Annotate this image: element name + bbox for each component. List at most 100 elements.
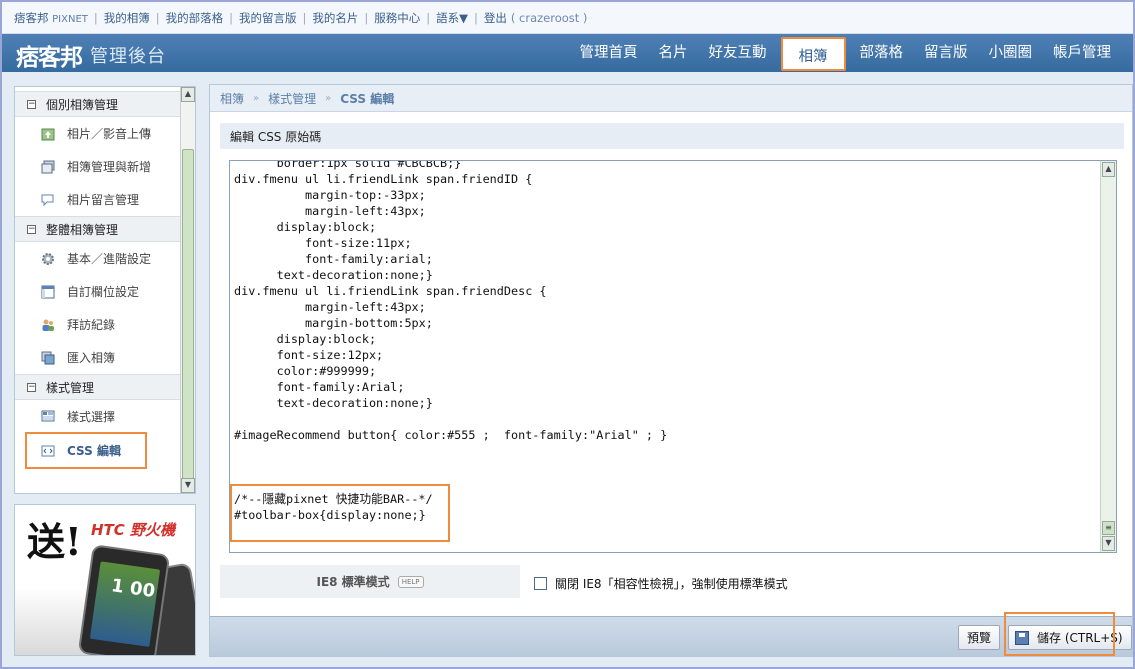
sidebar-item-visitors[interactable]: 拜訪紀錄 xyxy=(15,308,181,341)
code-line: div.fmenu ul li.friendLink span.friendDe… xyxy=(234,284,547,298)
section-title: 個別相簿管理 xyxy=(46,97,119,112)
my-blog-link[interactable]: 我的部落格 xyxy=(166,10,224,26)
code-line: display:block; xyxy=(234,332,377,346)
save-highlight-box xyxy=(1004,612,1115,656)
breadcrumb-style[interactable]: 樣式管理 xyxy=(268,90,316,107)
layout-icon xyxy=(41,285,55,299)
sidebar-item-css-edit[interactable]: CSS 編輯 xyxy=(25,432,147,469)
preview-label: 預覽 xyxy=(967,631,992,645)
brand-text[interactable]: 痞客邦 xyxy=(14,11,49,25)
upload-photo-icon xyxy=(41,127,55,141)
scroll-thumb[interactable] xyxy=(182,149,194,479)
section-album-global[interactable]: − 整體相簿管理 xyxy=(15,216,181,242)
collapse-icon[interactable]: − xyxy=(27,224,36,234)
code-line: border:1px solid #CBCBCB;} xyxy=(234,160,462,170)
brand-suffix[interactable]: PIXNET xyxy=(52,14,88,25)
sidebar-item-album-manage[interactable]: 相簿管理與新增 xyxy=(15,150,181,183)
code-line: font-size:12px; xyxy=(234,348,384,362)
code-line: display:block; xyxy=(234,220,377,234)
sidebar-item-import[interactable]: 匯入相簿 xyxy=(15,341,181,374)
sidebar-item-label: 相簿管理與新增 xyxy=(67,160,152,174)
scroll-up-icon[interactable]: ▲ xyxy=(181,87,195,102)
my-guestbook-link[interactable]: 我的留言版 xyxy=(239,10,297,26)
code-line: font-size:11px; xyxy=(234,236,412,250)
album-manage-icon xyxy=(41,160,55,174)
code-line: text-decoration:none;} xyxy=(234,396,433,410)
help-badge[interactable]: HELP xyxy=(397,575,424,588)
nav-admin-home[interactable]: 管理首頁 xyxy=(580,41,638,62)
code-line: margin-bottom:5px; xyxy=(234,316,433,330)
scroll-down-icon[interactable]: ▼ xyxy=(1102,536,1115,551)
editor-section-title: 編輯 CSS 原始碼 xyxy=(220,123,1124,149)
logo[interactable]: 痞客邦 管理後台 xyxy=(16,38,166,72)
nav-friends[interactable]: 好友互動 xyxy=(709,41,767,62)
ie8-mode-label: IE8 標準模式 HELP xyxy=(220,565,520,598)
action-footer: 預覽 儲存 (CTRL+S) xyxy=(210,616,1132,656)
editor-scrollbar[interactable]: ▲ ≡ ▼ xyxy=(1100,161,1116,552)
nav-blog[interactable]: 部落格 xyxy=(860,41,904,62)
css-editor-textarea[interactable]: border:1px solid #CBCBCB;} div.fmenu ul l… xyxy=(229,160,1117,553)
main-nav: 管理首頁 名片 好友互動 相簿 部落格 留言版 小圈圈 帳戶管理 xyxy=(559,37,1111,71)
htc-ad-banner[interactable]: 送! HTC 野火機 1 00 xyxy=(14,504,196,656)
sidebar-scrollbar[interactable]: ▲ ▼ xyxy=(180,87,195,493)
sidebar-item-label: 基本／進階設定 xyxy=(67,252,152,266)
collapse-icon[interactable]: − xyxy=(27,99,36,109)
admin-title: 管理後台 xyxy=(90,46,166,67)
top-links: 痞客邦 PIXNET | 我的相簿 | 我的部落格 | 我的留言版 | 我的名片… xyxy=(14,10,587,26)
code-line: font-family:Arial; xyxy=(234,380,405,394)
ie8-compat-option[interactable]: 關閉 IE8「相容性檢視」，強制使用標準模式 xyxy=(534,575,788,592)
ad-headline: 送! xyxy=(27,519,82,564)
my-card-link[interactable]: 我的名片 xyxy=(312,10,358,26)
nav-circle[interactable]: 小圈圈 xyxy=(989,41,1033,62)
breadcrumb-album[interactable]: 相簿 xyxy=(220,90,244,107)
comment-icon xyxy=(41,193,55,207)
sidebar-item-label: 匯入相簿 xyxy=(67,351,116,365)
collapse-icon[interactable]: − xyxy=(27,382,36,392)
visitors-icon xyxy=(41,318,55,332)
ie8-compat-checkbox[interactable] xyxy=(534,577,547,590)
code-line: font-family:arial; xyxy=(234,252,433,266)
section-album-individual[interactable]: − 個別相簿管理 xyxy=(15,91,181,117)
section-title: 整體相簿管理 xyxy=(46,222,119,237)
main-panel: 相簿 » 樣式管理 » CSS 編輯 編輯 CSS 原始碼 border:1px… xyxy=(209,84,1133,657)
nav-card[interactable]: 名片 xyxy=(659,41,688,62)
ie8-compat-label[interactable]: 關閉 IE8「相容性檢視」，強制使用標準模式 xyxy=(555,575,788,592)
import-icon xyxy=(41,351,55,365)
section-style[interactable]: − 樣式管理 xyxy=(15,374,181,400)
sidebar-item-label: 相片／影音上傳 xyxy=(67,127,152,141)
scroll-down-icon[interactable]: ▼ xyxy=(181,478,195,493)
language-menu[interactable]: 語系▼ xyxy=(436,10,468,26)
logo-text: 痞客邦 xyxy=(16,45,83,71)
separator: | xyxy=(302,11,307,25)
sidebar-item-comments[interactable]: 相片留言管理 xyxy=(15,183,181,216)
template-icon xyxy=(41,409,55,423)
code-line: color:#999999; xyxy=(234,364,377,378)
nav-guestbook[interactable]: 留言版 xyxy=(924,41,968,62)
sidebar-item-upload[interactable]: 相片／影音上傳 xyxy=(15,117,181,150)
sidebar-item-label: 相片留言管理 xyxy=(67,193,140,207)
phone-image: 1 00 xyxy=(77,544,171,655)
code-line: margin-left:43px; xyxy=(234,300,426,314)
breadcrumb-separator: » xyxy=(325,92,332,104)
my-album-link[interactable]: 我的相簿 xyxy=(104,10,150,26)
admin-header: 痞客邦 管理後台 管理首頁 名片 好友互動 相簿 部落格 留言版 小圈圈 帳戶管… xyxy=(2,34,1133,72)
pixnet-home-link[interactable]: 痞客邦 PIXNET xyxy=(14,10,88,26)
phone-screen: 1 00 xyxy=(89,561,161,647)
scroll-up-icon[interactable]: ▲ xyxy=(1102,162,1115,177)
preview-button[interactable]: 預覽 xyxy=(958,625,1001,650)
css-code[interactable]: border:1px solid #CBCBCB;} div.fmenu ul l… xyxy=(234,160,1100,523)
sidebar-item-label: 自訂欄位設定 xyxy=(67,285,140,299)
sidebar-item-settings[interactable]: 基本／進階設定 xyxy=(15,242,181,275)
logout-link[interactable]: 登出 xyxy=(484,10,507,26)
section-title: 樣式管理 xyxy=(46,380,95,395)
nav-album[interactable]: 相簿 xyxy=(780,37,846,71)
sidebar-item-template[interactable]: 樣式選擇 xyxy=(15,400,181,432)
code-line: margin-left:43px; xyxy=(234,204,426,218)
code-line: div.fmenu ul li.friendLink span.friendID… xyxy=(234,172,533,186)
sidebar-item-custom-fields[interactable]: 自訂欄位設定 xyxy=(15,275,181,308)
nav-account[interactable]: 帳戶管理 xyxy=(1053,41,1111,62)
scroll-thumb[interactable]: ≡ xyxy=(1102,521,1115,535)
service-center-link[interactable]: 服務中心 xyxy=(374,10,420,26)
